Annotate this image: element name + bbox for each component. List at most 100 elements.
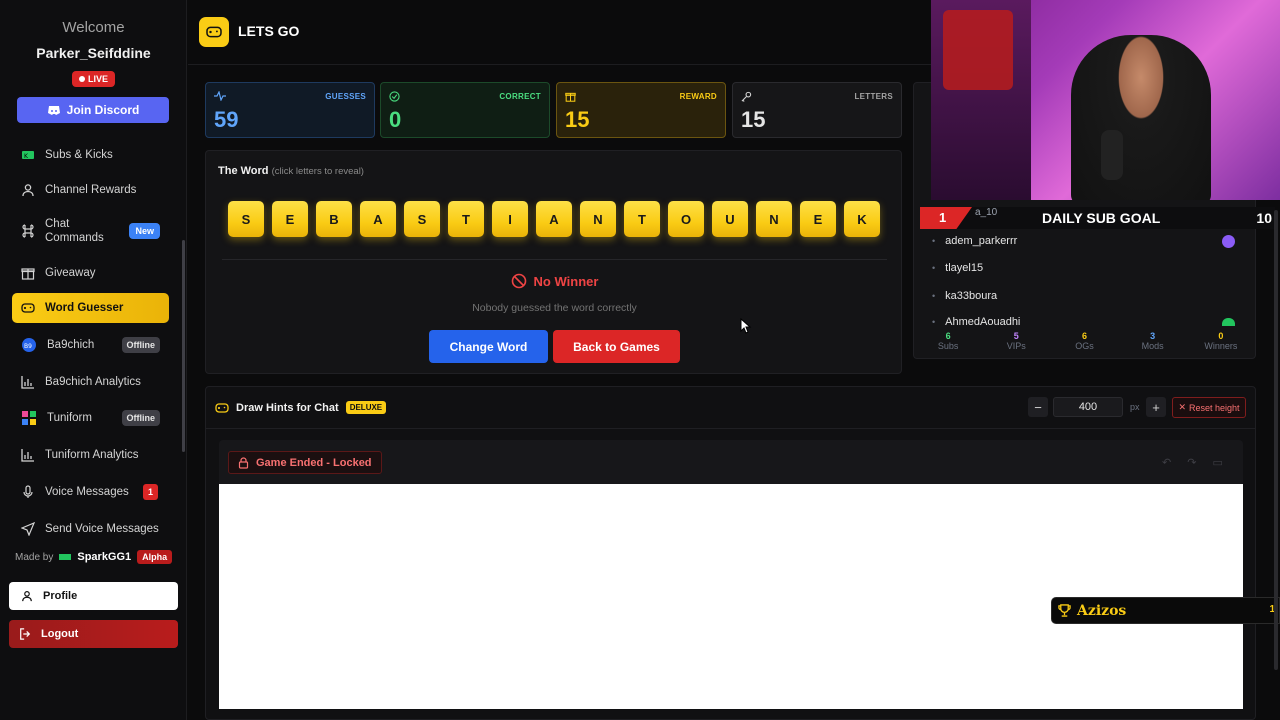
height-decrease-button[interactable]: − — [1028, 397, 1048, 417]
count-ogs: 6 OGs — [1054, 331, 1114, 351]
key-icon — [741, 91, 752, 102]
letter-tile[interactable]: S — [404, 201, 440, 237]
letter-tile[interactable]: N — [580, 201, 616, 237]
letter-tile[interactable]: E — [800, 201, 836, 237]
viewer-name: AhmedAouadhi — [945, 317, 1021, 327]
word-panel: The Word (click letters to reveal) SEBAS… — [205, 150, 902, 374]
letter-tile[interactable]: A — [536, 201, 572, 237]
logout-icon — [20, 628, 31, 640]
word-hint: (click letters to reveal) — [271, 166, 364, 177]
letter-tile[interactable]: O — [668, 201, 704, 237]
locked-badge: Game Ended - Locked — [228, 451, 382, 474]
gift-icon — [21, 268, 35, 280]
webcam-overlay — [931, 0, 1280, 200]
lock-icon — [238, 456, 249, 469]
canvas-tools: ↶ ↷ ▭ — [1162, 456, 1223, 469]
letter-tile[interactable]: E — [272, 201, 308, 237]
bullet-icon: • — [932, 263, 936, 273]
winner-name: Azizos — [1077, 602, 1127, 619]
letter-tile[interactable]: I — [492, 201, 528, 237]
draw-hints-title: Draw Hints for Chat — [236, 401, 339, 414]
offline-badge: Offline — [121, 410, 160, 426]
stat-label: GUESSES — [325, 92, 366, 101]
sub-goal-hidden-text: a_10 — [975, 207, 998, 218]
letter-tile[interactable]: K — [844, 201, 880, 237]
made-by: Made by SparkGG1 Alpha — [15, 550, 173, 564]
count-value: 5 — [1013, 331, 1019, 341]
letter-tile[interactable]: T — [448, 201, 484, 237]
sidebar-item-voice-messages[interactable]: Voice Messages 1 — [12, 482, 169, 502]
sidebar-item-channel-rewards[interactable]: Channel Rewards — [12, 180, 169, 200]
sidebar-item-chat-commands[interactable]: Chat Commands New — [12, 214, 169, 248]
logout-button[interactable]: Logout — [9, 620, 178, 648]
sidebar-item-label: Voice Messages — [45, 486, 129, 498]
join-discord-label: Join Discord — [66, 103, 140, 117]
bullet-icon: • — [932, 291, 936, 301]
webcam-streamer — [1071, 35, 1211, 200]
sidebar-item-tuniform[interactable]: Tuniform Offline — [12, 408, 169, 428]
sidebar-item-subs-kicks[interactable]: K Subs & Kicks — [12, 145, 169, 165]
locked-label: Game Ended - Locked — [256, 456, 372, 469]
reset-height-button[interactable]: ✕ Reset height — [1172, 397, 1246, 418]
sidebar-item-tuniform-analytics[interactable]: Tuniform Analytics — [12, 445, 169, 465]
letter-tile[interactable]: T — [624, 201, 660, 237]
role-counts: 6 Subs 5 VIPs 6 OGs 3 Mods 0 Winners — [914, 331, 1255, 351]
deluxe-badge: DELUXE — [345, 401, 387, 414]
sidebar-nav: K Subs & Kicks Channel Rewards Chat Comm… — [0, 140, 187, 540]
letter-tile[interactable]: S — [228, 201, 264, 237]
sidebar-item-ba9chich[interactable]: B9 Ba9chich Offline — [12, 335, 169, 355]
sidebar: Welcome Parker_Seifddine LIVE Join Disco… — [0, 0, 187, 720]
sidebar-item-label: Giveaway — [45, 267, 96, 279]
profile-button[interactable]: Profile — [9, 582, 178, 610]
count-winners: 0 Winners — [1191, 331, 1251, 351]
username: Parker_Seifddine — [36, 45, 151, 61]
vip-badge-icon — [1222, 235, 1235, 248]
redo-icon[interactable]: ↷ — [1187, 456, 1196, 469]
letter-tile[interactable]: U — [712, 201, 748, 237]
ba9chich-logo-icon: B9 — [22, 338, 36, 352]
trash-icon[interactable]: ▭ — [1212, 456, 1222, 469]
join-discord-button[interactable]: Join Discord — [17, 97, 169, 123]
letter-tile[interactable]: A — [360, 201, 396, 237]
sidebar-item-ba9chich-analytics[interactable]: Ba9chich Analytics — [12, 372, 169, 392]
sidebar-item-label: Tuniform — [47, 412, 92, 424]
made-by-label: Made by — [15, 551, 54, 563]
viewer-row: • adem_parkerrr — [932, 235, 1017, 247]
draw-hints-header: Draw Hints for Chat DELUXE — [215, 401, 387, 414]
sidebar-item-word-guesser[interactable]: Word Guesser — [12, 293, 169, 323]
sidebar-scrollbar[interactable] — [182, 240, 185, 452]
check-circle-icon — [389, 91, 400, 102]
height-input[interactable]: 400 — [1053, 397, 1123, 417]
sidebar-item-send-voice-messages[interactable]: Send Voice Messages — [12, 519, 169, 539]
letter-tile[interactable]: B — [316, 201, 352, 237]
count-value: 6 — [1081, 331, 1087, 341]
count-subs: 6 Subs — [918, 331, 978, 351]
viewer-name: tlayel15 — [945, 262, 984, 274]
live-dot-icon — [78, 76, 85, 82]
back-to-games-button[interactable]: Back to Games — [553, 330, 680, 363]
viewer-name: adem_parkerrr — [945, 235, 1018, 247]
bullet-icon: • — [932, 236, 936, 246]
send-icon — [21, 522, 35, 536]
height-increase-button[interactable]: + — [1146, 397, 1166, 417]
stat-label: LETTERS — [854, 92, 893, 101]
stat-correct: CORRECT 0 — [380, 82, 550, 138]
reset-height-label: Reset height — [1189, 402, 1240, 413]
viewer-row: • ka33boura — [932, 290, 997, 302]
letter-tile[interactable]: N — [756, 201, 792, 237]
word-title-text: The Word — [218, 165, 269, 177]
page-scrollbar[interactable] — [1274, 210, 1278, 670]
undo-icon[interactable]: ↶ — [1162, 456, 1171, 469]
count-label: Mods — [1141, 341, 1164, 351]
user-icon — [22, 184, 34, 197]
sidebar-item-giveaway[interactable]: Giveaway — [12, 263, 169, 283]
letter-tiles: SEBASTIANTOUNEK — [228, 201, 880, 237]
offline-badge: Offline — [121, 337, 160, 353]
change-word-button[interactable]: Change Word — [429, 330, 548, 363]
gamepad-icon — [215, 402, 229, 413]
stat-value: 15 — [741, 107, 766, 132]
sidebar-item-label: Tuniform Analytics — [45, 449, 139, 461]
kick-icon — [59, 554, 72, 560]
prohibited-icon — [511, 273, 526, 289]
webcam-jersey — [943, 10, 1013, 90]
